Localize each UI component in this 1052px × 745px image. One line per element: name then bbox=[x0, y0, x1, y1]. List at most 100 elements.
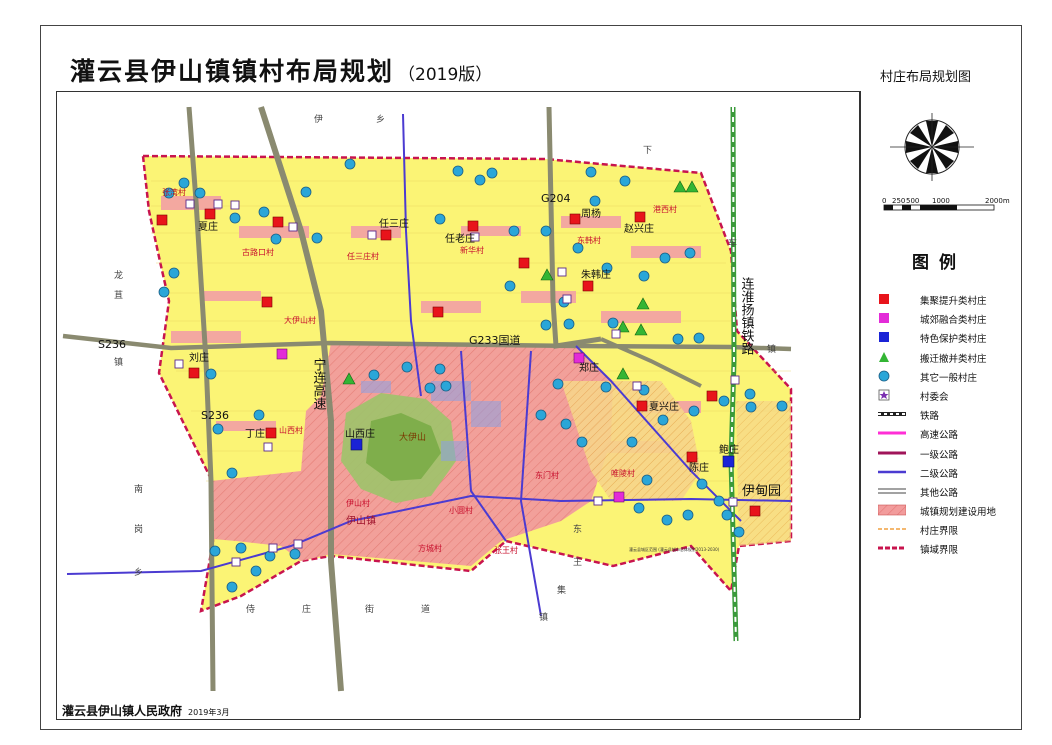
urban-land-hatch-icon bbox=[878, 504, 906, 516]
label-yishan-town: 伊山镇 bbox=[346, 514, 376, 527]
svg-text:古路口村: 古路口村 bbox=[242, 247, 274, 257]
svg-text:任三庄村: 任三庄村 bbox=[347, 251, 379, 261]
svg-text:朱韩庄: 朱韩庄 bbox=[581, 268, 611, 281]
legend-label: 村庄界限 bbox=[920, 526, 959, 538]
svg-text:2000m: 2000m bbox=[985, 197, 1010, 205]
legend-item: 其他公路 bbox=[878, 483, 1028, 502]
title-text: 灌云县伊山镇镇村布局规划 bbox=[70, 57, 395, 86]
legend-item: 村庄界限 bbox=[878, 521, 1028, 540]
svg-text:龙: 龙 bbox=[114, 269, 123, 281]
label-yidian: 伊甸园 bbox=[742, 484, 781, 499]
label-s236-west: S236 bbox=[98, 338, 126, 351]
svg-text:赵兴庄: 赵兴庄 bbox=[624, 222, 654, 235]
red-square-icon bbox=[879, 294, 889, 304]
class2-road-icon bbox=[878, 470, 906, 473]
svg-text:街: 街 bbox=[365, 603, 374, 615]
legend-label: 镇域界限 bbox=[920, 545, 959, 557]
legend-item: 铁路 bbox=[878, 406, 1028, 425]
legend-label: 其它一般村庄 bbox=[920, 372, 978, 384]
town-boundary-icon bbox=[878, 546, 906, 550]
legend-label: 集聚提升类村庄 bbox=[920, 296, 987, 307]
svg-text:夏庄: 夏庄 bbox=[198, 220, 218, 233]
label-daishan: 大伊山 bbox=[399, 431, 426, 443]
legend-label: 特色保护类村庄 bbox=[920, 334, 987, 346]
svg-text:新华村: 新华村 bbox=[460, 245, 484, 255]
blue-square-icon bbox=[879, 332, 889, 343]
expressway-icon bbox=[878, 431, 906, 435]
svg-text:伊: 伊 bbox=[314, 113, 323, 125]
map-subtitle: 村庄布局规划图 bbox=[880, 70, 972, 85]
svg-text:山西村: 山西村 bbox=[279, 425, 303, 435]
legend-item: 其它一般村庄 bbox=[878, 368, 1028, 387]
svg-text:镇: 镇 bbox=[539, 611, 548, 623]
village-boundary-icon bbox=[878, 528, 906, 530]
legend-item: 城郊融合类村庄 bbox=[878, 310, 1028, 329]
svg-text:张湾村: 张湾村 bbox=[162, 187, 186, 197]
map-frame[interactable]: S236 S236 G233国道 G204 宁连高速 连淮扬镇铁路 伊甸园 大伊… bbox=[56, 91, 860, 720]
footer-date: 2019年3月 bbox=[188, 708, 230, 717]
legend-label: 村委会 bbox=[920, 391, 949, 403]
class1-road-icon bbox=[878, 451, 906, 454]
label-s236-south: S236 bbox=[201, 409, 229, 422]
legend-item: 搬迁撤并类村庄 bbox=[878, 349, 1028, 368]
svg-text:东韩村: 东韩村 bbox=[577, 235, 601, 245]
map-canvas[interactable]: S236 S236 G233国道 G204 宁连高速 连淮扬镇铁路 伊甸园 大伊… bbox=[57, 92, 859, 719]
svg-text:东: 东 bbox=[573, 523, 582, 535]
legend-title: 图例 bbox=[912, 253, 966, 273]
label-expressway: 宁连高速 bbox=[311, 357, 327, 410]
svg-text:刘庄: 刘庄 bbox=[189, 351, 209, 364]
village-committee-icon bbox=[878, 389, 890, 401]
label-g204: G204 bbox=[541, 192, 571, 205]
title-block: 灌云县伊山镇镇村布局规划 （2019版） bbox=[56, 40, 836, 86]
legend-label: 高速公路 bbox=[920, 430, 959, 442]
compass-and-scale: 0 250 500 1000 2000m bbox=[882, 113, 1010, 211]
legend-item: 高速公路 bbox=[878, 425, 1028, 444]
label-railway: 连淮扬镇铁路 bbox=[739, 276, 755, 355]
legend-item: 二级公路 bbox=[878, 464, 1028, 483]
footer-org: 灌云县伊山镇人民政府 bbox=[62, 704, 183, 718]
svg-text:车: 车 bbox=[728, 237, 737, 249]
svg-text:张王村: 张王村 bbox=[494, 545, 518, 555]
svg-text:小圆村: 小圆村 bbox=[449, 505, 473, 515]
svg-text:鲍庄: 鲍庄 bbox=[719, 443, 739, 456]
legend-label: 一级公路 bbox=[920, 449, 959, 461]
magenta-square-icon bbox=[879, 313, 889, 324]
svg-text:周杨: 周杨 bbox=[581, 207, 601, 220]
svg-text:大伊山村: 大伊山村 bbox=[284, 315, 316, 325]
map-title: 灌云县伊山镇镇村布局规划 （2019版） bbox=[70, 52, 492, 88]
legend-item: 城镇规划建设用地 bbox=[878, 502, 1028, 521]
svg-text:方城村: 方城村 bbox=[418, 543, 442, 553]
svg-text:乡: 乡 bbox=[376, 114, 385, 125]
svg-text:丁庄: 丁庄 bbox=[245, 427, 265, 440]
svg-text:道: 道 bbox=[421, 603, 430, 615]
svg-text:1000: 1000 bbox=[932, 197, 950, 205]
yellow-hatch-zone-east bbox=[736, 401, 791, 546]
footer: 灌云县伊山镇人民政府 2019年3月 bbox=[62, 702, 229, 719]
legend-item: 特色保护类村庄 bbox=[878, 329, 1028, 348]
cyan-circle-icon bbox=[878, 370, 890, 382]
svg-text:集: 集 bbox=[557, 584, 566, 596]
svg-text:庄: 庄 bbox=[302, 603, 311, 615]
svg-text:陈庄: 陈庄 bbox=[689, 461, 709, 474]
other-road-icon bbox=[878, 488, 906, 494]
legend-label: 铁路 bbox=[920, 411, 940, 423]
svg-text:山西庄: 山西庄 bbox=[345, 427, 375, 440]
green-triangle-icon bbox=[879, 351, 889, 362]
svg-text:伊山村: 伊山村 bbox=[346, 498, 370, 508]
legend-label: 二级公路 bbox=[920, 468, 959, 480]
svg-text:任老庄: 任老庄 bbox=[445, 232, 475, 245]
legend-label: 城郊融合类村庄 bbox=[920, 315, 987, 327]
svg-text:南: 南 bbox=[134, 483, 143, 495]
legend: 集聚提升类村庄 城郊融合类村庄 特色保护类村庄 搬迁撤并类村庄 其它一般村庄 村… bbox=[878, 291, 1028, 560]
svg-text:镇: 镇 bbox=[114, 356, 123, 368]
svg-text:东门村: 东门村 bbox=[535, 470, 559, 480]
legend-item: 村委会 bbox=[878, 387, 1028, 406]
svg-text:500: 500 bbox=[906, 197, 919, 205]
legend-label: 搬迁撤并类村庄 bbox=[920, 353, 987, 365]
svg-text:唯陵村: 唯陵村 bbox=[611, 468, 635, 478]
legend-item: 集聚提升类村庄 bbox=[878, 291, 1028, 310]
svg-text:下: 下 bbox=[643, 146, 652, 156]
legend-item: 一级公路 bbox=[878, 445, 1028, 464]
svg-text:任三庄: 任三庄 bbox=[379, 217, 409, 230]
scale-bar bbox=[883, 204, 995, 211]
